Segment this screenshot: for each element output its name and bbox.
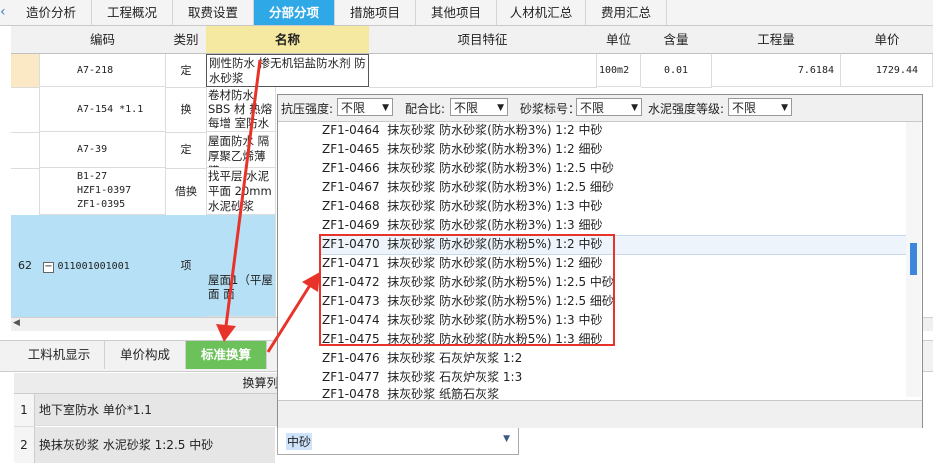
arrow-head <box>216 324 236 342</box>
arrow-line <box>224 59 262 327</box>
highlight-box <box>319 234 615 346</box>
arrow-line <box>266 281 314 353</box>
arrow-head <box>302 272 320 292</box>
annotation-overlay <box>216 59 615 353</box>
